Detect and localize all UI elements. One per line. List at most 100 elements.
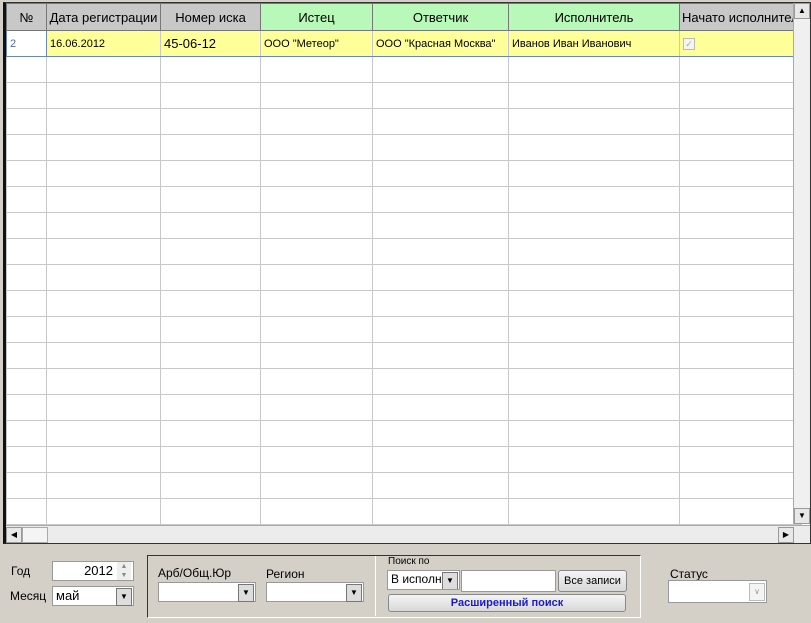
table-row[interactable] [6, 186, 802, 213]
empty-cell[interactable] [260, 420, 373, 447]
started-checkbox[interactable]: ✓ [683, 37, 695, 50]
empty-cell[interactable] [679, 82, 802, 109]
empty-cell[interactable] [6, 56, 47, 83]
empty-cell[interactable] [260, 368, 373, 395]
table-row[interactable] [6, 316, 802, 343]
empty-cell[interactable] [372, 472, 509, 499]
empty-cell[interactable] [6, 212, 47, 239]
empty-cell[interactable] [160, 368, 261, 395]
empty-cell[interactable] [46, 134, 161, 161]
empty-cell[interactable] [679, 394, 802, 421]
empty-cell[interactable] [260, 186, 373, 213]
empty-cell[interactable] [6, 420, 47, 447]
empty-cell[interactable] [160, 264, 261, 291]
month-select[interactable]: май ▼ [52, 586, 134, 606]
table-row[interactable] [6, 108, 802, 135]
table-row[interactable] [6, 238, 802, 265]
region-select[interactable]: ▼ [266, 582, 364, 602]
empty-cell[interactable] [46, 238, 161, 265]
col-executor[interactable]: Исполнитель [508, 3, 680, 31]
empty-cell[interactable] [6, 160, 47, 187]
empty-cell[interactable] [679, 108, 802, 135]
empty-cell[interactable] [260, 498, 373, 525]
empty-cell[interactable] [6, 342, 47, 369]
empty-cell[interactable] [372, 186, 509, 213]
empty-cell[interactable] [160, 342, 261, 369]
horizontal-scrollbar[interactable]: ◀ ▶ [6, 525, 810, 543]
empty-cell[interactable] [679, 420, 802, 447]
empty-cell[interactable] [46, 186, 161, 213]
empty-cell[interactable] [46, 82, 161, 109]
empty-cell[interactable] [260, 264, 373, 291]
empty-cell[interactable] [372, 160, 509, 187]
empty-cell[interactable] [372, 134, 509, 161]
empty-cell[interactable] [679, 212, 802, 239]
empty-cell[interactable] [508, 394, 680, 421]
empty-cell[interactable] [6, 446, 47, 473]
empty-cell[interactable] [372, 420, 509, 447]
table-row[interactable] [6, 290, 802, 317]
empty-cell[interactable] [260, 134, 373, 161]
empty-cell[interactable] [679, 472, 802, 499]
empty-cell[interactable] [160, 472, 261, 499]
empty-cell[interactable] [372, 108, 509, 135]
empty-cell[interactable] [6, 290, 47, 317]
table-row[interactable] [6, 160, 802, 187]
empty-cell[interactable] [260, 238, 373, 265]
empty-cell[interactable] [372, 82, 509, 109]
empty-cell[interactable] [160, 160, 261, 187]
cell-num[interactable]: 2 [6, 30, 47, 57]
empty-cell[interactable] [372, 498, 509, 525]
empty-cell[interactable] [508, 212, 680, 239]
cell-executor[interactable]: Иванов Иван Иванович [508, 30, 680, 57]
col-defendant[interactable]: Ответчик [372, 3, 509, 31]
scroll-down-icon[interactable]: ▼ [794, 508, 810, 524]
cell-date[interactable]: 16.06.2012 [46, 30, 161, 57]
scroll-left-icon[interactable]: ◀ [6, 527, 22, 543]
all-records-button[interactable]: Все записи [558, 570, 627, 592]
empty-cell[interactable] [160, 56, 261, 83]
empty-cell[interactable] [372, 212, 509, 239]
empty-cell[interactable] [160, 394, 261, 421]
empty-cell[interactable] [372, 342, 509, 369]
empty-cell[interactable] [46, 290, 161, 317]
empty-cell[interactable] [46, 316, 161, 343]
empty-cell[interactable] [508, 108, 680, 135]
empty-cell[interactable] [508, 420, 680, 447]
empty-cell[interactable] [508, 316, 680, 343]
empty-cell[interactable] [372, 290, 509, 317]
empty-cell[interactable] [508, 134, 680, 161]
table-row[interactable] [6, 342, 802, 369]
empty-cell[interactable] [260, 472, 373, 499]
empty-cell[interactable] [372, 368, 509, 395]
empty-cell[interactable] [160, 498, 261, 525]
empty-cell[interactable] [6, 82, 47, 109]
empty-cell[interactable] [260, 290, 373, 317]
empty-cell[interactable] [46, 394, 161, 421]
table-row[interactable]: 2 16.06.2012 45-06-12 ООО "Метеор" ООО "… [6, 30, 802, 57]
empty-cell[interactable] [679, 56, 802, 83]
empty-cell[interactable] [6, 134, 47, 161]
chevron-down-icon[interactable]: ▼ [346, 584, 362, 602]
empty-cell[interactable] [260, 56, 373, 83]
table-row[interactable] [6, 82, 802, 109]
scroll-right-icon[interactable]: ▶ [778, 527, 794, 543]
empty-cell[interactable] [6, 186, 47, 213]
empty-cell[interactable] [160, 446, 261, 473]
spin-arrows-icon[interactable]: ▲ ▼ [117, 562, 131, 580]
empty-cell[interactable] [160, 82, 261, 109]
table-row[interactable] [6, 56, 802, 83]
table-row[interactable] [6, 420, 802, 447]
search-by-select[interactable]: В исполн ▼ [387, 570, 460, 590]
empty-cell[interactable] [260, 82, 373, 109]
empty-cell[interactable] [160, 316, 261, 343]
table-row[interactable] [6, 394, 802, 421]
table-row[interactable] [6, 498, 802, 525]
empty-cell[interactable] [508, 82, 680, 109]
col-started[interactable]: Начато исполнител [679, 3, 802, 31]
cell-started[interactable]: ✓ [679, 30, 802, 57]
empty-cell[interactable] [260, 446, 373, 473]
table-row[interactable] [6, 134, 802, 161]
chevron-down-icon[interactable]: ▼ [442, 572, 458, 589]
table-row[interactable] [6, 446, 802, 473]
